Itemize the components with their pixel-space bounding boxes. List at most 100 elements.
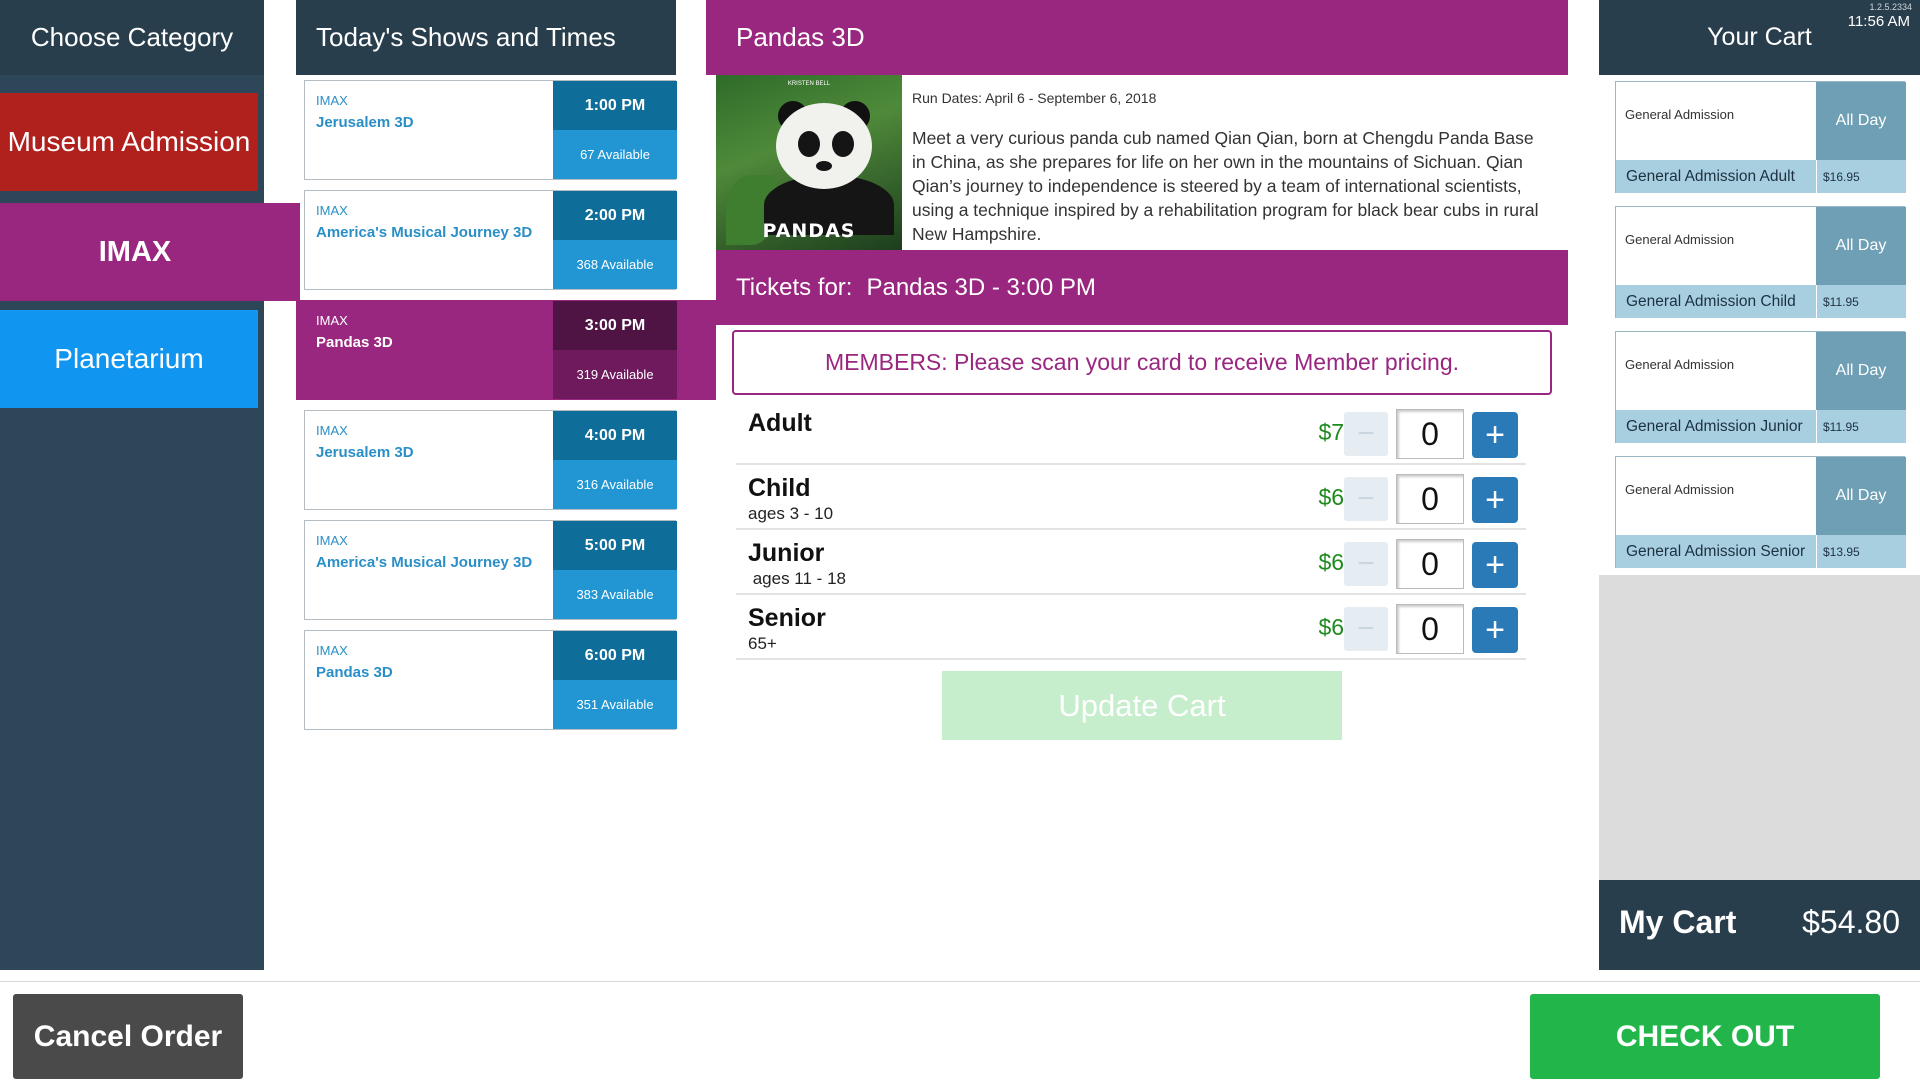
tickets-for-bar: Tickets for: Pandas 3D - 3:00 PM: [716, 250, 1568, 325]
increase-quantity-button[interactable]: +: [1472, 412, 1518, 458]
increase-quantity-button[interactable]: +: [1472, 477, 1518, 523]
ticket-subtitle: 65+: [748, 634, 777, 653]
show-tag: IMAX: [316, 313, 348, 328]
show-title: America's Musical Journey 3D: [316, 224, 533, 241]
cart-item-time: All Day: [1816, 457, 1906, 535]
ticket-row-adult: Adult $7.00 − +: [736, 401, 1526, 465]
poster-panda-eye: [798, 131, 820, 157]
increase-quantity-button[interactable]: +: [1472, 607, 1518, 653]
show-time: 1:00 PM: [553, 81, 677, 130]
show-info: IMAX America's Musical Journey 3D: [305, 521, 553, 619]
show-item[interactable]: IMAX America's Musical Journey 3D 5:00 P…: [304, 520, 677, 620]
decrease-quantity-button[interactable]: −: [1344, 477, 1388, 521]
show-item[interactable]: IMAX Jerusalem 3D 1:00 PM 67 Available: [304, 80, 677, 180]
poster-title: PANDAS: [762, 220, 856, 242]
cart-item-price: $16.95: [1816, 160, 1906, 193]
cart-total: $54.80: [1802, 904, 1900, 940]
ticket-subtitle: ages 3 - 10: [748, 504, 834, 523]
movie-poster: KRISTEN BELL PANDAS: [716, 75, 902, 250]
cart-panel: Your Cart 1.2.5.2334 11:56 AM General Ad…: [1599, 0, 1920, 970]
cancel-order-button[interactable]: Cancel Order: [13, 994, 243, 1079]
ticket-row-child: Child ages 3 - 10 $6.00 − +: [736, 466, 1526, 530]
cart-item[interactable]: General Admission All Day General Admiss…: [1615, 81, 1906, 193]
category-imax[interactable]: IMAX: [0, 203, 300, 301]
ticket-row-junior: Junior ages 11 - 18 $6.00 − +: [736, 531, 1526, 595]
show-info: IMAX Pandas 3D: [305, 301, 553, 399]
version-label: 1.2.5.2334: [1869, 2, 1912, 12]
show-time-box: 1:00 PM 67 Available: [553, 81, 677, 179]
increase-quantity-button[interactable]: +: [1472, 542, 1518, 588]
show-availability: 383 Available: [553, 570, 677, 619]
decrease-quantity-button[interactable]: −: [1344, 607, 1388, 651]
show-availability: 368 Available: [553, 240, 677, 289]
cart-item-time: All Day: [1816, 82, 1906, 160]
show-availability: 351 Available: [553, 680, 677, 729]
show-tag: IMAX: [316, 533, 348, 548]
category-header: Choose Category: [0, 0, 264, 75]
cart-item-category: General Admission: [1625, 107, 1735, 122]
show-title: Pandas 3D: [316, 664, 393, 681]
cart-item-price: $11.95: [1816, 285, 1906, 318]
show-title: Jerusalem 3D: [316, 444, 414, 461]
quantity-input[interactable]: [1396, 474, 1464, 524]
cart-item-time: All Day: [1816, 207, 1906, 285]
show-time-box: 2:00 PM 368 Available: [553, 191, 677, 289]
my-cart-button[interactable]: My Cart $54.80: [1599, 880, 1920, 970]
clock: 11:56 AM: [1847, 13, 1910, 30]
cart-item-name: General Admission Adult: [1616, 160, 1816, 193]
ticket-subtitle: ages 11 - 18: [748, 569, 846, 588]
decrease-quantity-button[interactable]: −: [1344, 542, 1388, 586]
show-item-selected[interactable]: IMAX Pandas 3D 3:00 PM 319 Available: [296, 300, 716, 400]
category-museum-admission[interactable]: Museum Admission: [0, 93, 258, 191]
show-time-box: 4:00 PM 316 Available: [553, 411, 677, 509]
shows-panel: Today's Shows and Times IMAX Jerusalem 3…: [296, 0, 716, 970]
quantity-input[interactable]: [1396, 409, 1464, 459]
shows-header: Today's Shows and Times: [296, 0, 676, 75]
show-time-box: 3:00 PM 319 Available: [553, 301, 677, 399]
show-title: America's Musical Journey 3D: [316, 554, 533, 571]
show-time: 5:00 PM: [553, 521, 677, 570]
show-info: IMAX Pandas 3D: [305, 631, 553, 729]
show-item[interactable]: IMAX Jerusalem 3D 4:00 PM 316 Available: [304, 410, 677, 510]
tickets-for-value: Pandas 3D - 3:00 PM: [866, 273, 1096, 301]
cart-items-list: General Admission All Day General Admiss…: [1599, 75, 1920, 575]
tickets-for-label: Tickets for:: [736, 273, 853, 301]
check-out-button[interactable]: CHECK OUT: [1530, 994, 1880, 1079]
cart-item-price: $13.95: [1816, 535, 1906, 568]
poster-panda-nose: [816, 161, 832, 171]
cart-title: Your Cart: [1707, 23, 1812, 51]
show-time: 6:00 PM: [553, 631, 677, 680]
footer-divider: [0, 981, 1920, 982]
show-availability: 316 Available: [553, 460, 677, 509]
show-availability: 319 Available: [553, 350, 677, 399]
category-planetarium[interactable]: Planetarium: [0, 310, 258, 408]
cart-item-name: General Admission Child: [1616, 285, 1816, 318]
show-item[interactable]: IMAX Pandas 3D 6:00 PM 351 Available: [304, 630, 677, 730]
cart-item-price: $11.95: [1816, 410, 1906, 443]
quantity-input[interactable]: [1396, 604, 1464, 654]
show-availability: 67 Available: [553, 130, 677, 179]
poster-panda-head: [776, 103, 872, 189]
members-notice: MEMBERS: Please scan your card to receiv…: [732, 330, 1552, 395]
show-description: Meet a very curious panda cub named Qian…: [912, 128, 1539, 244]
show-title: Jerusalem 3D: [316, 114, 414, 131]
show-time-box: 6:00 PM 351 Available: [553, 631, 677, 729]
show-info: IMAX America's Musical Journey 3D: [305, 191, 553, 289]
show-time-box: 5:00 PM 383 Available: [553, 521, 677, 619]
cart-item-category: General Admission: [1625, 482, 1735, 497]
my-cart-label: My Cart: [1619, 904, 1737, 940]
decrease-quantity-button[interactable]: −: [1344, 412, 1388, 456]
cart-item[interactable]: General Admission All Day General Admiss…: [1615, 456, 1906, 568]
quantity-input[interactable]: [1396, 539, 1464, 589]
show-time: 2:00 PM: [553, 191, 677, 240]
update-cart-button[interactable]: Update Cart: [942, 671, 1342, 740]
cart-item[interactable]: General Admission All Day General Admiss…: [1615, 331, 1906, 443]
cart-item[interactable]: General Admission All Day General Admiss…: [1615, 206, 1906, 318]
show-item[interactable]: IMAX America's Musical Journey 3D 2:00 P…: [304, 190, 677, 290]
show-tag: IMAX: [316, 423, 348, 438]
cart-item-name: General Admission Senior: [1616, 535, 1816, 568]
show-title: Pandas 3D: [316, 334, 393, 351]
show-tag: IMAX: [316, 93, 348, 108]
show-info: IMAX Jerusalem 3D: [305, 411, 553, 509]
show-time: 3:00 PM: [553, 301, 677, 350]
